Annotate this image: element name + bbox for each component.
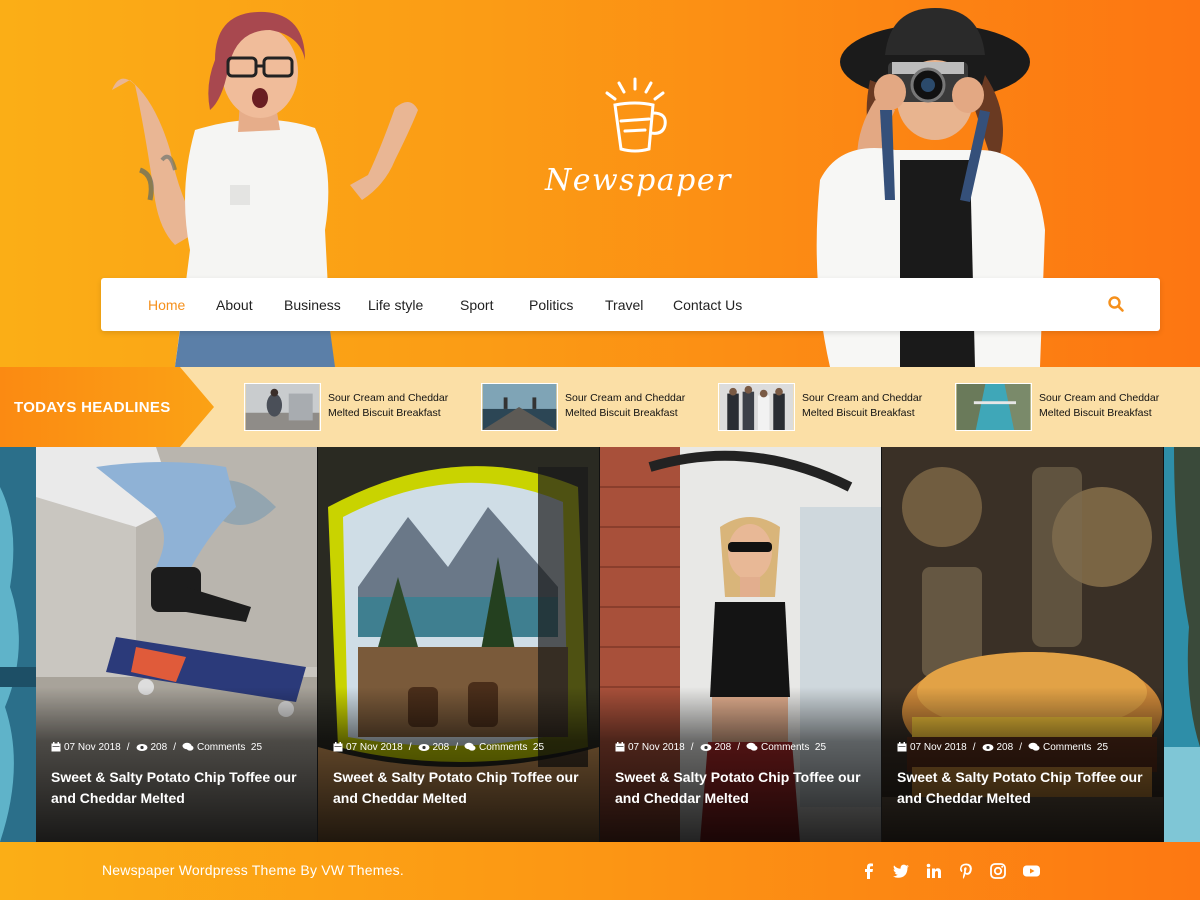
post-comments-count: 25	[814, 742, 827, 753]
logo-text: Newspaper	[545, 163, 732, 198]
search-icon[interactable]	[1107, 295, 1125, 313]
post-card[interactable]: 07 Nov 2018/208/Comments 25 Sweet & Salt…	[882, 447, 1163, 842]
featured-posts-carousel: 07 Nov 2018/208/Comments 25 Sweet & Salt…	[0, 447, 1200, 842]
main-navigation: Home About Business Life style Sport Pol…	[101, 278, 1160, 331]
post-date: 07 Nov 2018	[346, 742, 403, 753]
post-views: 208	[714, 742, 732, 753]
eye-icon	[136, 743, 147, 751]
comments-icon	[182, 743, 194, 751]
site-logo[interactable]: Newspaper	[545, 75, 732, 205]
post-card-overlay	[600, 687, 881, 842]
comments-icon	[464, 743, 476, 751]
headlines-label-text: TODAYS HEADLINES	[14, 399, 171, 416]
post-comments-count: 25	[1096, 742, 1109, 753]
comments-icon	[1028, 743, 1040, 751]
headline-title: Sour Cream and Cheddar Melted Biscuit Br…	[1039, 392, 1160, 419]
nav-item-travel[interactable]: Travel	[605, 297, 643, 313]
post-title[interactable]: Sweet & Salty Potato Chip Toffee our and…	[615, 767, 870, 809]
post-comments-label: Comments	[1042, 742, 1092, 753]
hero-banner: Newspaper Home About Business Life style…	[0, 0, 1200, 367]
calendar-icon	[897, 742, 907, 752]
headline-title: Sour Cream and Cheddar Melted Biscuit Br…	[565, 392, 686, 419]
headline-thumbnail	[718, 383, 795, 431]
post-views: 208	[432, 742, 450, 753]
comments-icon	[746, 743, 758, 751]
carousel-partial-slide-left	[0, 447, 36, 842]
calendar-icon	[51, 742, 61, 752]
post-date: 07 Nov 2018	[64, 742, 121, 753]
post-title[interactable]: Sweet & Salty Potato Chip Toffee our and…	[333, 767, 588, 809]
site-footer: Newspaper Wordpress Theme By VW Themes.	[0, 842, 1200, 900]
facebook-icon[interactable]	[860, 862, 878, 880]
nav-item-sport[interactable]: Sport	[460, 297, 493, 313]
post-title[interactable]: Sweet & Salty Potato Chip Toffee our and…	[51, 767, 306, 809]
instagram-icon[interactable]	[989, 862, 1007, 880]
youtube-icon[interactable]	[1022, 862, 1041, 880]
post-card[interactable]: 07 Nov 2018/208/Comments 25 Sweet & Salt…	[36, 447, 317, 842]
post-views: 208	[996, 742, 1014, 753]
post-date: 07 Nov 2018	[910, 742, 967, 753]
nav-item-business[interactable]: Business	[284, 297, 341, 313]
eye-icon	[700, 743, 711, 751]
pinterest-icon[interactable]	[957, 862, 975, 880]
eye-icon	[982, 743, 993, 751]
post-date: 07 Nov 2018	[628, 742, 685, 753]
headline-thumbnail	[481, 383, 558, 431]
post-meta: 07 Nov 2018/208/Comments 25	[615, 742, 875, 753]
eye-icon	[418, 743, 429, 751]
carousel-partial-slide-right	[1164, 447, 1200, 842]
coffee-cup-logo-icon	[605, 77, 667, 153]
footer-credit: Newspaper Wordpress Theme By VW Themes.	[102, 862, 404, 878]
post-card-overlay	[882, 687, 1163, 842]
post-comments-label: Comments	[478, 742, 528, 753]
post-comments-count: 25	[532, 742, 545, 753]
calendar-icon	[615, 742, 625, 752]
headline-thumbnail	[955, 383, 1032, 431]
headlines-label: TODAYS HEADLINES	[0, 367, 214, 447]
post-views: 208	[150, 742, 168, 753]
headline-item[interactable]: Sour Cream and Cheddar Melted Biscuit Br…	[481, 383, 711, 431]
nav-item-home[interactable]: Home	[148, 297, 185, 313]
post-meta: 07 Nov 2018/208/Comments 25	[51, 742, 311, 753]
post-comments-count: 25	[250, 742, 263, 753]
post-card-overlay	[36, 687, 317, 842]
nav-item-about[interactable]: About	[216, 297, 253, 313]
post-card-overlay	[318, 687, 599, 842]
post-comments-label: Comments	[196, 742, 246, 753]
headline-item[interactable]: Sour Cream and Cheddar Melted Biscuit Br…	[718, 383, 948, 431]
nav-item-politics[interactable]: Politics	[529, 297, 573, 313]
headline-thumbnail	[244, 383, 321, 431]
nav-item-life-style[interactable]: Life style	[368, 297, 423, 313]
headline-title: Sour Cream and Cheddar Melted Biscuit Br…	[328, 392, 449, 419]
post-card[interactable]: 07 Nov 2018/208/Comments 25 Sweet & Salt…	[600, 447, 881, 842]
post-card[interactable]: 07 Nov 2018/208/Comments 25 Sweet & Salt…	[318, 447, 599, 842]
nav-item-contact-us[interactable]: Contact Us	[673, 297, 742, 313]
post-title[interactable]: Sweet & Salty Potato Chip Toffee our and…	[897, 767, 1152, 809]
headline-title: Sour Cream and Cheddar Melted Biscuit Br…	[802, 392, 923, 419]
headline-item[interactable]: Sour Cream and Cheddar Melted Biscuit Br…	[244, 383, 474, 431]
post-comments-label: Comments	[760, 742, 810, 753]
linkedin-icon[interactable]	[925, 862, 943, 880]
calendar-icon	[333, 742, 343, 752]
twitter-icon[interactable]	[892, 862, 910, 880]
post-meta: 07 Nov 2018/208/Comments 25	[897, 742, 1157, 753]
todays-headlines-bar: TODAYS HEADLINES Sour Cream and Cheddar …	[0, 367, 1200, 447]
post-meta: 07 Nov 2018/208/Comments 25	[333, 742, 593, 753]
headline-item[interactable]: Sour Cream and Cheddar Melted Biscuit Br…	[955, 383, 1185, 431]
